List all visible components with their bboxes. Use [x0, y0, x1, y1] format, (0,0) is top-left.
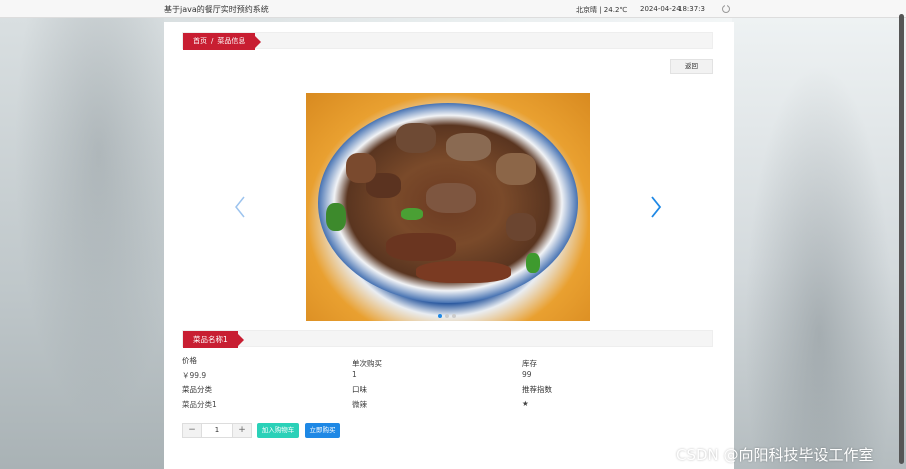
carousel-dot[interactable] — [438, 314, 442, 318]
dish-image-detail — [386, 233, 456, 261]
dish-image-detail — [401, 208, 423, 220]
power-icon[interactable] — [722, 4, 730, 13]
carousel-dot[interactable] — [452, 314, 456, 318]
background-right — [732, 18, 906, 469]
buy-now-button[interactable]: 立即购买 — [305, 423, 340, 438]
carousel-indicators — [438, 311, 459, 320]
chevron-right-icon — [651, 196, 662, 218]
breadcrumb-home[interactable]: 首页 — [193, 37, 207, 45]
chevron-left-icon — [235, 196, 245, 218]
time-display: 18:37:3 — [678, 5, 705, 13]
dish-image-detail — [446, 133, 491, 161]
field-value-stock: 99 — [522, 370, 532, 379]
dish-image-detail — [496, 153, 536, 185]
top-bar: 基于java的餐厅实时预约系统 北京晴 | 24.2℃ 2024-04-24 1… — [0, 0, 906, 18]
breadcrumb-tag: 首页 / 菜品信息 — [183, 33, 262, 50]
dish-image-detail — [326, 203, 346, 231]
field-value-flavor: 微辣 — [352, 400, 367, 409]
field-value-category: 菜品分类1 — [182, 400, 217, 409]
field-label-recommend: 推荐指数 — [522, 385, 552, 394]
field-value-price: ￥99.9 — [182, 371, 207, 380]
dish-image-detail — [396, 123, 436, 153]
field-value-recommend: ★ — [522, 399, 529, 408]
date-display: 2024-04-24 — [640, 5, 681, 13]
quantity-decrease-button[interactable]: − — [183, 424, 201, 437]
watermark: CSDN @向阳科技毕设工作室 — [676, 446, 874, 464]
quantity-increase-button[interactable]: + — [233, 424, 251, 437]
carousel-dot[interactable] — [445, 314, 449, 318]
breadcrumb-current: 菜品信息 — [217, 37, 246, 45]
carousel-next-button[interactable] — [650, 195, 662, 219]
app-title: 基于java的餐厅实时预约系统 — [164, 5, 269, 14]
weather-info: 北京晴 | 24.2℃ — [576, 6, 628, 14]
quantity-input[interactable]: 1 — [201, 424, 233, 437]
page-scrollbar[interactable] — [899, 14, 904, 464]
back-button[interactable]: 返回 — [670, 59, 713, 74]
dish-name-bar: 菜品名称1 — [182, 330, 713, 348]
carousel-prev-button[interactable] — [234, 195, 246, 219]
field-label-flavor: 口味 — [352, 385, 367, 394]
dish-image-detail — [526, 253, 540, 273]
dish-image-detail — [346, 153, 376, 183]
add-to-cart-button[interactable]: 加入购物车 — [257, 423, 299, 438]
field-value-single-purchase: 1 — [352, 370, 357, 379]
field-label-category: 菜品分类 — [182, 385, 212, 394]
main-panel: 首页 / 菜品信息 返回 菜品名称1 价格 ￥99.9 单次购买 1 库存 99… — [164, 22, 734, 469]
dish-image-detail — [506, 213, 536, 241]
breadcrumb: 首页 / 菜品信息 — [182, 32, 713, 50]
dish-image-detail — [416, 261, 511, 283]
field-label-stock: 库存 — [522, 359, 537, 368]
dish-image-detail — [426, 183, 476, 213]
field-label-single-purchase: 单次购买 — [352, 359, 382, 368]
breadcrumb-separator: / — [211, 37, 214, 45]
dish-name: 菜品名称1 — [183, 331, 244, 348]
quantity-stepper: − 1 + — [182, 423, 252, 438]
field-label-price: 价格 — [182, 356, 197, 365]
dish-image-carousel[interactable] — [306, 93, 590, 321]
background-left — [0, 18, 164, 469]
